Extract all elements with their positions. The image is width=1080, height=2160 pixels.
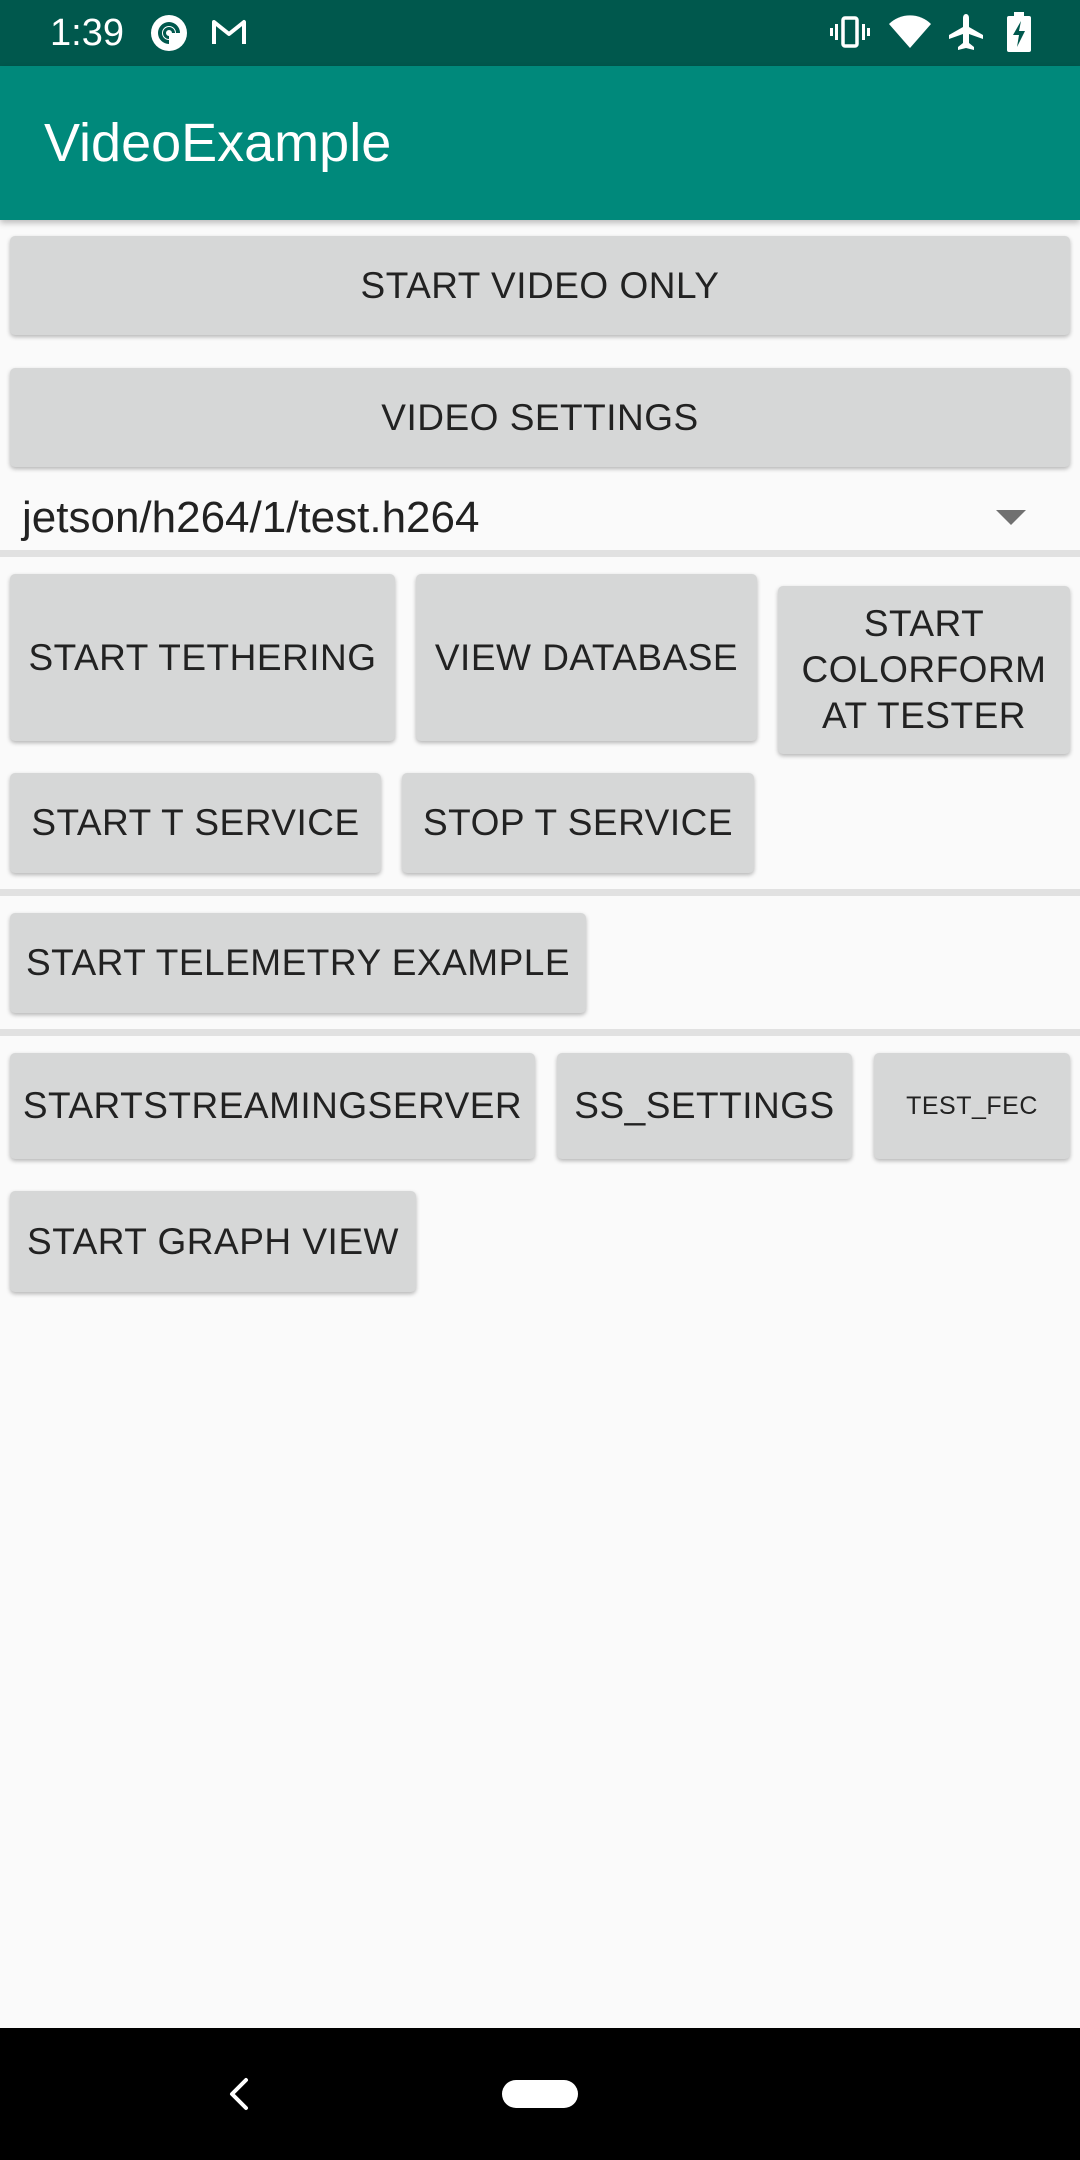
app-bar: VideoExample — [0, 66, 1080, 220]
start-t-service-button[interactable]: START T SERVICE — [10, 773, 381, 873]
app-title: VideoExample — [44, 113, 392, 173]
file-spinner-value: jetson/h264/1/test.h264 — [22, 493, 480, 542]
view-database-button[interactable]: VIEW DATABASE — [416, 574, 757, 741]
battery-charging-icon — [1002, 12, 1042, 52]
back-icon[interactable] — [222, 2074, 256, 2114]
ss-settings-button[interactable]: SS_SETTINGS — [557, 1053, 852, 1159]
wifi-icon — [888, 12, 931, 52]
navigation-bar — [0, 2028, 1080, 2160]
airplane-mode-icon — [946, 12, 986, 52]
divider — [0, 550, 1080, 557]
start-streaming-server-button[interactable]: STARTSTREAMINGSERVER — [10, 1053, 535, 1159]
vibrate-icon — [830, 12, 870, 52]
divider — [0, 1029, 1080, 1036]
start-video-only-button[interactable]: START VIDEO ONLY — [10, 236, 1070, 335]
file-spinner[interactable]: jetson/h264/1/test.h264 — [10, 482, 1070, 554]
test-fec-button[interactable]: TEST_FEC — [874, 1053, 1070, 1159]
gmail-icon — [210, 14, 248, 52]
status-time: 1:39 — [50, 12, 124, 54]
stop-t-service-button[interactable]: STOP T SERVICE — [402, 773, 754, 873]
pocket-casts-icon — [150, 14, 188, 52]
status-bar: 1:39 — [0, 0, 1080, 66]
home-pill-icon[interactable] — [502, 2080, 578, 2108]
start-graph-view-button[interactable]: START GRAPH VIEW — [10, 1191, 416, 1292]
video-settings-button[interactable]: VIDEO SETTINGS — [10, 368, 1070, 467]
start-colorformat-tester-button[interactable]: START COLORFORM AT TESTER — [778, 586, 1070, 754]
start-telemetry-example-button[interactable]: START TELEMETRY EXAMPLE — [10, 913, 586, 1013]
start-tethering-button[interactable]: START TETHERING — [10, 574, 395, 741]
divider — [0, 889, 1080, 896]
dropdown-arrow-icon — [996, 510, 1026, 525]
